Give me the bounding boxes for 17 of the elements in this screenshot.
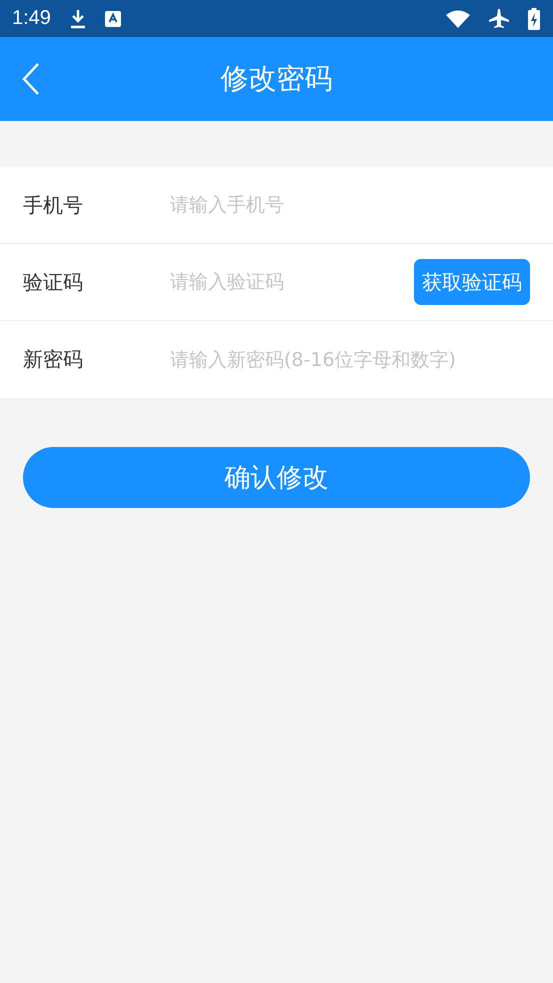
download-icon bbox=[68, 8, 87, 28]
get-code-button[interactable]: 获取验证码 bbox=[414, 259, 530, 305]
input-field[interactable]: 请输入验证码 bbox=[170, 267, 414, 297]
airplane-icon bbox=[488, 8, 510, 30]
back-icon bbox=[22, 63, 40, 95]
input-field[interactable]: 请输入手机号 bbox=[170, 190, 530, 220]
input-field[interactable]: 请输入新密码(8-16位字母和数字) bbox=[170, 344, 530, 374]
wifi-icon bbox=[446, 10, 470, 28]
status-time: 1:49 bbox=[12, 7, 51, 30]
page-title: 修改密码 bbox=[220, 61, 332, 97]
app-badge-icon bbox=[104, 10, 121, 26]
confirm-button[interactable]: 确认修改 bbox=[23, 447, 530, 508]
field-label: 新密码 bbox=[23, 346, 84, 373]
field-label: 手机号 bbox=[23, 192, 84, 218]
field-label: 验证码 bbox=[23, 268, 84, 296]
back-button[interactable] bbox=[22, 63, 40, 95]
battery-icon bbox=[528, 8, 540, 30]
